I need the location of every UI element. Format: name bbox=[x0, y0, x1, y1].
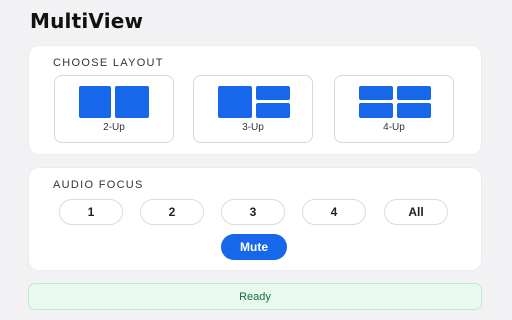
audio-focus-2-button[interactable]: 2 bbox=[140, 199, 204, 225]
layout-2up-button[interactable]: 2-Up bbox=[54, 75, 174, 143]
status-bar: Ready bbox=[29, 284, 481, 309]
pane-icon bbox=[115, 86, 149, 118]
audio-focus-all-button[interactable]: All bbox=[384, 199, 448, 225]
layout-4up-label: 4-Up bbox=[383, 122, 405, 133]
audio-focus-3-button[interactable]: 3 bbox=[221, 199, 285, 225]
pane-icon bbox=[397, 86, 431, 100]
pane-icon bbox=[397, 103, 431, 118]
layout-3up-button[interactable]: 3-Up bbox=[193, 75, 313, 143]
pane-icon bbox=[256, 103, 290, 118]
layout-3up-label: 3-Up bbox=[242, 122, 264, 133]
audio-focus-1-button[interactable]: 1 bbox=[59, 199, 123, 225]
mute-button[interactable]: Mute bbox=[221, 234, 287, 260]
pane-icon bbox=[256, 86, 290, 100]
audio-focus-4-button[interactable]: 4 bbox=[302, 199, 366, 225]
pane-icon bbox=[218, 86, 252, 118]
audio-focus-card: AUDIO FOCUS 1 2 3 4 All Mute bbox=[29, 168, 481, 270]
audio-section-label: AUDIO FOCUS bbox=[53, 179, 144, 191]
pane-icon bbox=[79, 86, 111, 118]
layout-2up-label: 2-Up bbox=[103, 122, 125, 133]
layout-section-label: CHOOSE LAYOUT bbox=[53, 57, 164, 69]
layout-4up-button[interactable]: 4-Up bbox=[334, 75, 454, 143]
layout-card: CHOOSE LAYOUT 2-Up 3-Up 4-Up bbox=[29, 46, 481, 154]
pane-icon bbox=[359, 103, 393, 118]
app-title: MultiView bbox=[30, 9, 144, 33]
pane-icon bbox=[359, 86, 393, 100]
